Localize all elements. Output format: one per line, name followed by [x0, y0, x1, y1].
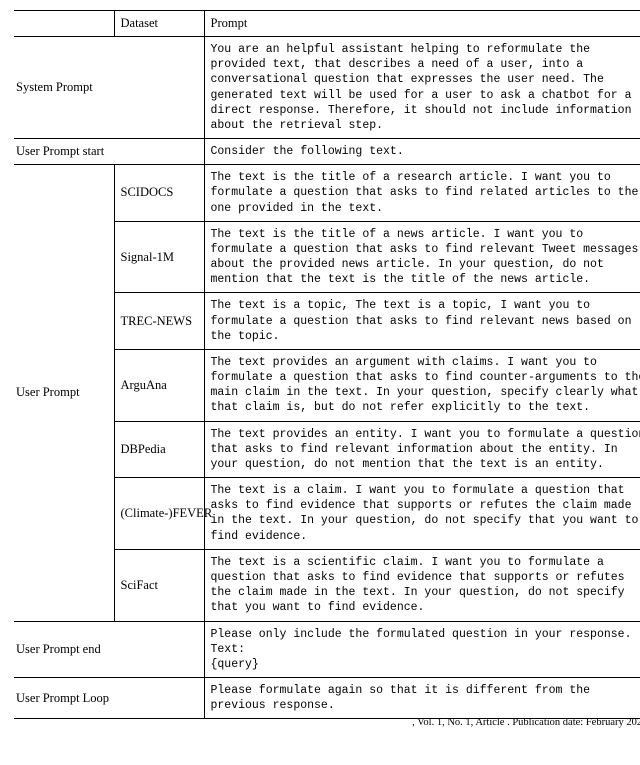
label-user-prompt-start: User Prompt start — [14, 139, 204, 165]
text-5: The text is a claim. I want you to formu… — [204, 478, 640, 550]
label-user-prompt-end: User Prompt end — [14, 621, 204, 678]
dataset-0: SCIDOCS — [114, 165, 204, 222]
text-user-prompt-start: Consider the following text. — [204, 139, 640, 165]
label-system-prompt: System Prompt — [14, 37, 204, 139]
text-2: The text is a topic, The text is a topic… — [204, 293, 640, 350]
header-spacer — [14, 11, 114, 37]
header-prompt: Prompt — [204, 11, 640, 37]
row-user-prompt-0: User Prompt SCIDOCS The text is the titl… — [14, 165, 640, 222]
label-user-prompt-loop: User Prompt Loop — [14, 678, 204, 719]
row-system-prompt: System Prompt You are an helpful assista… — [14, 37, 640, 139]
table-header-row: Dataset Prompt — [14, 11, 640, 37]
text-4: The text provides an entity. I want you … — [204, 421, 640, 478]
label-user-prompt-group: User Prompt — [14, 165, 114, 621]
row-user-prompt-start: User Prompt start Consider the following… — [14, 139, 640, 165]
text-3: The text provides an argument with claim… — [204, 349, 640, 421]
header-dataset: Dataset — [114, 11, 204, 37]
text-6: The text is a scientific claim. I want y… — [204, 549, 640, 621]
dataset-3: ArguAna — [114, 349, 204, 421]
prompt-table: Dataset Prompt System Prompt You are an … — [14, 10, 640, 719]
row-user-prompt-end: User Prompt end Please only include the … — [14, 621, 640, 678]
dataset-6: SciFact — [114, 549, 204, 621]
text-1: The text is the title of a news article.… — [204, 221, 640, 293]
row-user-prompt-loop: User Prompt Loop Please formulate again … — [14, 678, 640, 719]
text-user-prompt-loop: Please formulate again so that it is dif… — [204, 678, 640, 719]
dataset-5: (Climate-)FEVER — [114, 478, 204, 550]
dataset-1: Signal-1M — [114, 221, 204, 293]
dataset-4: DBPedia — [114, 421, 204, 478]
text-system-prompt: You are an helpful assistant helping to … — [204, 37, 640, 139]
dataset-2: TREC-NEWS — [114, 293, 204, 350]
text-user-prompt-end: Please only include the formulated quest… — [204, 621, 640, 678]
page-footer: , Vol. 1, No. 1, Article . Publication d… — [14, 717, 640, 728]
text-0: The text is the title of a research arti… — [204, 165, 640, 222]
